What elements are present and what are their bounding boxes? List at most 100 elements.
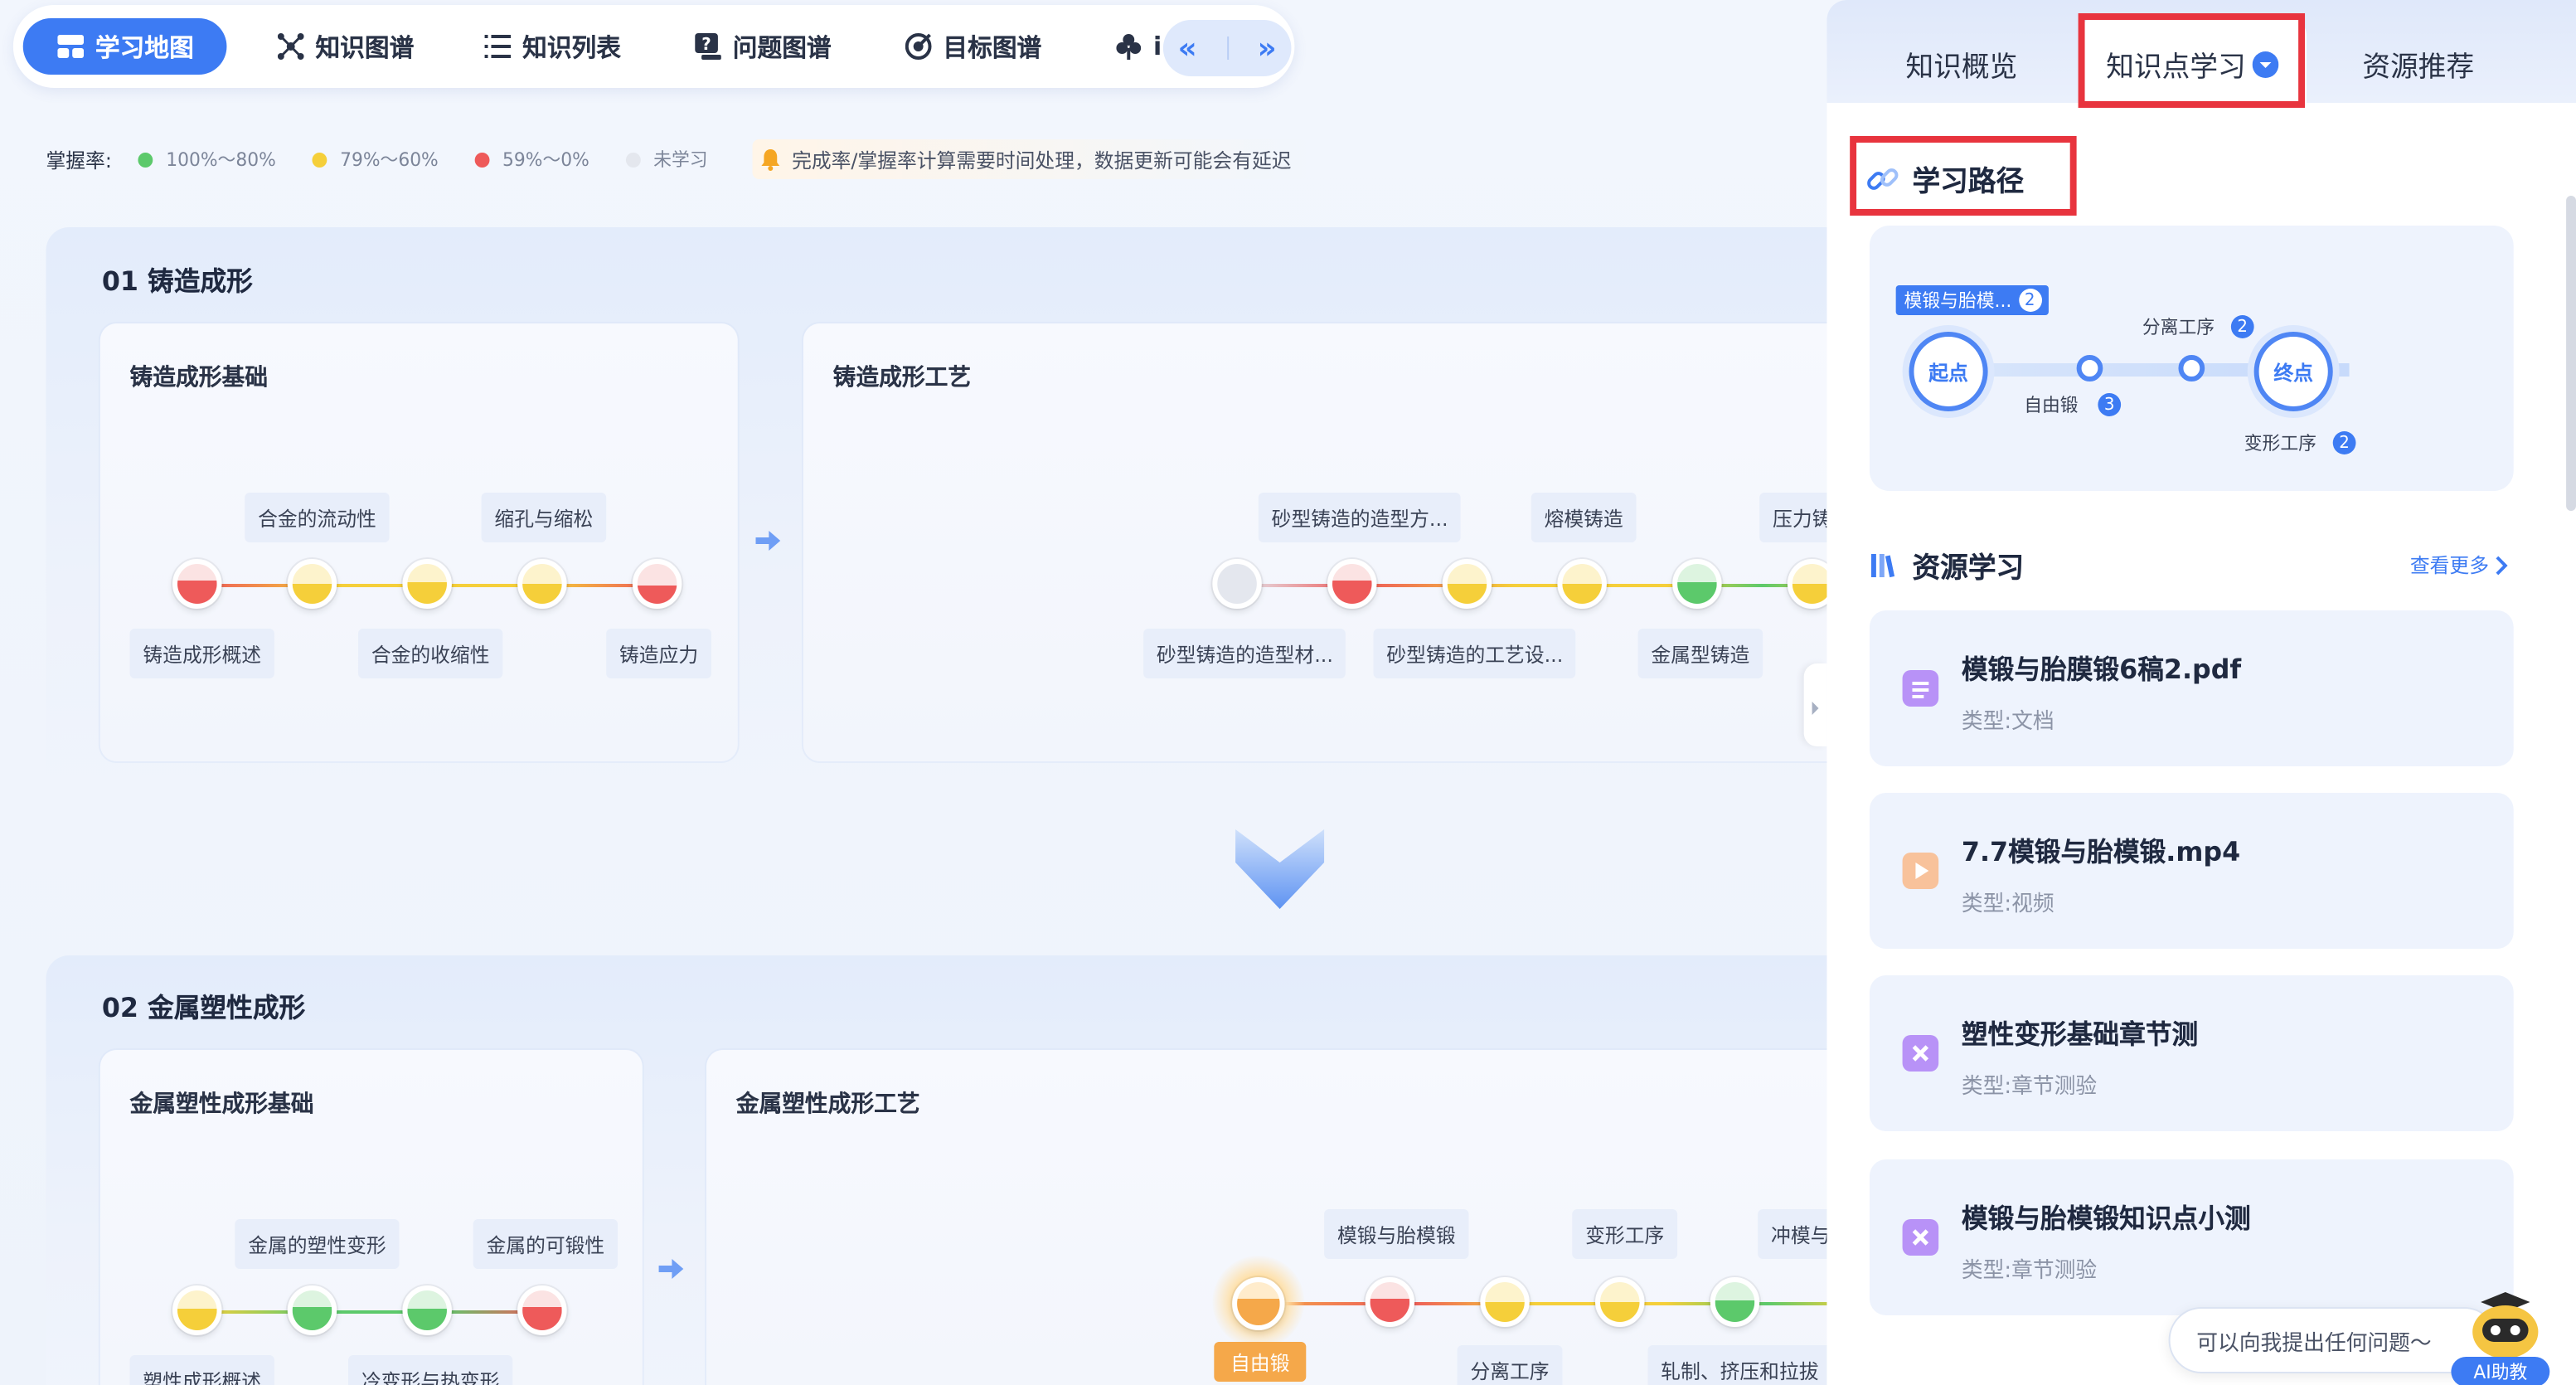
knowledge-node-red[interactable] [517,1285,567,1335]
knowledge-label[interactable]: 冷变形与热变形 [348,1355,513,1385]
knowledge-node-red[interactable] [172,559,222,609]
knowledge-node-yellow[interactable] [517,559,567,609]
knowledge-node-gray[interactable] [1212,559,1262,609]
step-label: 自由锻 [2024,395,2079,416]
card-title: 金属塑性成形基础 [129,1091,314,1118]
tab-label: 目标图谱 [943,32,1042,62]
collapse-handle[interactable] [1803,663,1827,746]
knowledge-node-red[interactable] [1327,559,1377,609]
tab-label: 知识列表 [522,32,622,62]
gray-dot-icon [625,152,641,167]
nav-prev-button[interactable]: « [1178,31,1197,66]
knowledge-label[interactable]: 金属型铸造 [1637,629,1763,678]
graph-icon [276,32,306,61]
knowledge-label[interactable]: 轧制、挤压和拉拔 [1647,1345,1832,1385]
knowledge-label[interactable]: 铸造应力 [606,629,712,678]
legend-text: 100%～80% [166,149,276,171]
knowledge-node-green[interactable] [1710,1277,1760,1327]
knowledge-node-green[interactable] [1672,559,1722,609]
knowledge-node-yellow[interactable] [287,559,337,609]
resource-card[interactable]: 塑性变形基础章节测 类型:章节测验 [1869,975,2514,1131]
path-end-node[interactable]: 终点 [2253,332,2333,411]
arrow-down-icon [1232,819,1327,912]
knowledge-node-yellow[interactable] [1557,559,1607,609]
view-more-link[interactable]: 查看更多 [2410,551,2509,579]
knowledge-label[interactable]: 铸造成形概述 [129,629,274,678]
path-card: 模锻与胎模... 2 起点 终点 自由锻 3 分离工序 2 变形工序 2 [1869,226,2514,491]
knowledge-node-red[interactable] [1365,1277,1415,1327]
tab-more[interactable]: i [1113,18,1162,75]
right-panel: 知识概览 知识点学习 资源推荐 学习路径 模锻与胎模... 2 起点 终点 自由… [1826,0,2576,1385]
card-title: 铸造成形工艺 [832,365,972,391]
current-step-tag[interactable]: 模锻与胎模... 2 [1895,285,2048,315]
legend-item: 100%～80% [138,146,276,173]
knowledge-node-yellow[interactable] [1480,1277,1530,1327]
legend-item: 79%～60% [312,146,439,173]
ai-assistant-badge[interactable]: AI助教 [2451,1357,2550,1385]
resource-type: 类型:章节测验 [1961,1259,2098,1284]
path-start-node[interactable]: 起点 [1909,332,1988,411]
current-step-label: 模锻与胎模... [1904,290,2012,312]
tab-question-graph[interactable]: ? 问题图谱 [693,18,832,75]
nav-next-button[interactable]: » [1258,31,1277,66]
tab-resource-recommend[interactable]: 资源推荐 [2362,43,2474,85]
list-icon [483,32,513,61]
mastery-legend: 掌握率: 100%～80% 79%～60% 59%～0% 未学习 [46,143,744,176]
nav-pager: « » [1162,20,1292,76]
knowledge-node-green[interactable] [287,1285,337,1335]
knowledge-label[interactable]: 缩孔与缩松 [481,493,607,542]
knowledge-label[interactable]: 合金的流动性 [245,493,390,542]
tab-learning-map[interactable]: 学习地图 [22,18,227,75]
knowledge-node-yellow[interactable] [172,1285,222,1335]
tab-target-graph[interactable]: 目标图谱 [904,18,1041,75]
document-icon [1902,670,1939,707]
knowledge-label[interactable]: 分离工序 [1457,1345,1563,1385]
knowledge-label[interactable]: 合金的收缩性 [357,629,503,678]
knowledge-label[interactable]: 金属的塑性变形 [235,1219,400,1269]
knowledge-node-current[interactable] [1232,1277,1285,1330]
club-icon [1113,32,1143,61]
knowledge-label[interactable]: 塑性成形概述 [129,1355,274,1385]
path-step-label: 自由锻 3 [2024,391,2122,418]
tab-knowledge-graph[interactable]: 知识图谱 [276,18,414,75]
question-icon: ? [693,32,723,61]
card-title: 金属塑性成形工艺 [735,1091,920,1118]
step-label: 分离工序 [2142,317,2215,338]
resource-card[interactable]: 7.7模锻与胎模锻.mp4 类型:视频 [1869,793,2514,949]
card-casting-process: 铸造成形工艺 砂型铸造的造型方... 熔模铸造 压力铸 砂型铸造的造型材... … [803,323,1856,761]
target-icon [904,32,934,61]
resources-title: 资源学习 [1912,552,2025,586]
panel-scrollbar[interactable] [2566,196,2576,511]
knowledge-label[interactable]: 变形工序 [1572,1209,1678,1259]
knowledge-label[interactable]: 砂型铸造的工艺设... [1373,629,1577,678]
knowledge-label[interactable]: 熔模铸造 [1531,493,1637,542]
assistant-input[interactable]: 可以向我提出任何问题～ [2168,1307,2497,1373]
arrow-right-icon [753,526,783,556]
knowledge-node-yellow[interactable] [1595,1277,1645,1327]
legend-item: 59%～0% [474,146,589,173]
current-node-label[interactable]: 自由锻 [1214,1342,1307,1382]
resource-type: 类型:文档 [1961,710,2054,735]
caret-right-icon [1811,689,1821,721]
path-step-node[interactable] [2178,355,2205,381]
video-icon [1902,853,1939,889]
knowledge-label[interactable]: 模锻与胎模锻 [1324,1209,1469,1259]
knowledge-node-red[interactable] [632,559,682,609]
knowledge-label[interactable]: 金属的可锻性 [473,1219,619,1269]
knowledge-label[interactable]: 砂型铸造的造型材... [1143,629,1346,678]
count-badge: 2 [2018,289,2042,312]
resource-card[interactable]: 模锻与胎模锻知识点小测 类型:章节测验 [1869,1159,2514,1315]
resource-type: 类型:视频 [1961,892,2054,917]
card-plastic-process: 金属塑性成形工艺 模锻与胎模锻 变形工序 冲模与 自由锻 分离工序 轧制、挤压和… [706,1050,1857,1385]
knowledge-node-yellow[interactable] [402,559,452,609]
knowledge-label[interactable]: 砂型铸造的造型方... [1258,493,1462,542]
resource-card[interactable]: 模锻与胎膜锻6稿2.pdf 类型:文档 [1869,610,2514,766]
count-badge: 2 [2230,315,2254,338]
yellow-dot-icon [312,152,327,167]
highlight-box [1850,136,2077,216]
tab-knowledge-list[interactable]: 知识列表 [483,18,621,75]
path-step-node[interactable] [2076,355,2103,381]
knowledge-node-green[interactable] [402,1285,452,1335]
knowledge-node-yellow[interactable] [1442,559,1492,609]
tab-knowledge-overview[interactable]: 知识概览 [1906,43,2018,85]
